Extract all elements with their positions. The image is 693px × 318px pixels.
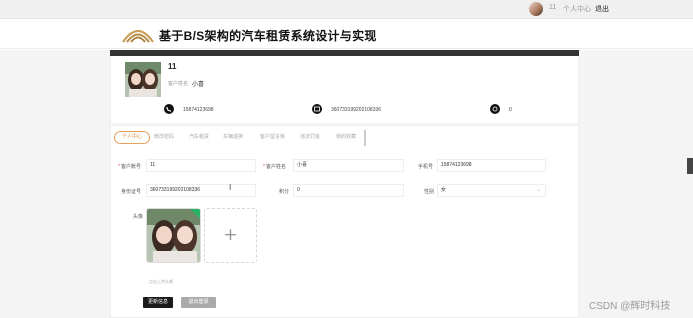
idcard-input[interactable]: 360733199202108336	[146, 184, 256, 197]
profile-phone-text: 15874123698	[183, 107, 214, 113]
avatar[interactable]	[529, 2, 543, 16]
logout-link[interactable]: 退出	[595, 4, 609, 14]
gender-select[interactable]: 女 ⌄	[437, 184, 546, 197]
scrollbar-thumb[interactable]	[687, 158, 693, 174]
points-label: 积分	[279, 189, 290, 195]
logo-icon	[122, 29, 154, 43]
tab-car-return[interactable]: 车辆退换	[223, 133, 243, 140]
site-title: 基于B/S架构的汽车租赁系统设计与实现	[159, 29, 377, 43]
tab-personal-center[interactable]: 个人中心	[114, 131, 150, 144]
account-label-text: 客户账号	[120, 164, 141, 170]
phone-icon	[164, 104, 174, 114]
avatar-preview[interactable]	[146, 208, 201, 263]
gender-select-value: 女	[441, 187, 447, 193]
plus-icon: +	[223, 225, 238, 245]
upload-hint: 点击上传头像	[149, 279, 173, 284]
site-header: 基于B/S架构的汽车租赁系统设计与实现	[0, 19, 693, 49]
update-info-button[interactable]: 更新信息	[143, 297, 173, 308]
profile-photo	[125, 62, 161, 97]
gender-label: 性别	[424, 189, 435, 195]
name-label: *客户姓名	[263, 164, 286, 170]
tab-change-password[interactable]: 修改密码	[154, 133, 174, 140]
tab-favorites[interactable]: 我的收藏	[336, 133, 356, 140]
profile-name-label: 客户姓名	[168, 81, 189, 87]
phone-label: 手机号	[418, 164, 434, 170]
tab-car-rental[interactable]: 汽车租赁	[189, 133, 209, 140]
points-icon	[490, 104, 500, 114]
tab-fines[interactable]: 违法罚金	[300, 133, 320, 140]
chevron-down-icon: ⌄	[535, 187, 541, 193]
profile-idcard-text: 360733199202108336	[331, 107, 382, 113]
top-bar: 11 个人中心 退出	[0, 0, 693, 19]
avatar-preview-image	[147, 209, 200, 262]
logout-button[interactable]: 退出登录	[181, 297, 216, 308]
account-input[interactable]: 11	[146, 159, 256, 172]
tab-message-board[interactable]: 客户留言板	[260, 133, 285, 140]
idcard-icon	[312, 104, 322, 114]
name-label-text: 客户姓名	[265, 164, 286, 170]
points-input[interactable]: 0	[293, 184, 404, 197]
account-label: *客户账号	[118, 164, 141, 170]
personal-center-link[interactable]: 个人中心	[563, 4, 591, 14]
user-tabs: 个人中心 修改密码 汽车租赁 车辆退换 客户留言板 违法罚金 我的收藏	[110, 130, 366, 146]
profile-points-text: 0	[509, 107, 512, 113]
name-input[interactable]: 小喜	[293, 159, 404, 172]
phone-input[interactable]: 15874123698	[437, 159, 546, 172]
avatar-label: 头像	[133, 214, 144, 220]
profile-name-value: 小喜	[192, 82, 205, 88]
avatar-upload-button[interactable]: +	[204, 208, 257, 263]
text-cursor-icon: I	[229, 183, 232, 192]
watermark: CSDN @辉时科技	[589, 301, 671, 312]
profile-photo-image	[125, 62, 161, 97]
idcard-label: 身份证号	[121, 189, 142, 195]
top-username: 11	[549, 4, 557, 11]
profile-user-id: 11	[168, 62, 177, 71]
